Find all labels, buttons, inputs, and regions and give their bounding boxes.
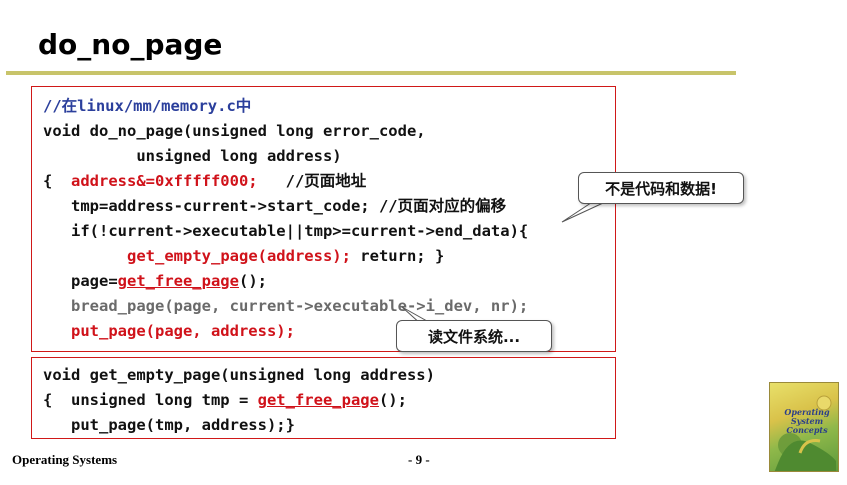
book-title: Operating System Concepts (784, 407, 830, 435)
footer-page-number: - 9 - (408, 452, 430, 467)
code-token: page= (43, 272, 118, 290)
slide-title: do_no_page (38, 28, 223, 61)
code-token: put_page(page, address); (43, 322, 295, 340)
callout-not-code-data: 不是代码和数据! (578, 172, 744, 204)
code-line: void get_empty_page(unsigned long addres… (43, 363, 615, 388)
callout-read-fs: 读文件系统... (396, 320, 552, 352)
code-token: { (43, 172, 71, 190)
code-token: //在linux/mm/memory.c中 (43, 97, 252, 115)
code-line: if(!current->executable||tmp>=current->e… (43, 219, 615, 244)
code-token: if(!current->executable||tmp>=current->e… (43, 222, 529, 240)
code-line: put_page(tmp, address);} (43, 413, 615, 438)
code-line: bread_page(page, current->executable->i_… (43, 294, 615, 319)
code-token: get_empty_page(address); (127, 247, 351, 265)
code-token: //页面地址 (257, 172, 367, 190)
code-token: get_free_page (117, 272, 239, 290)
code-token: address&=0xfffff000; (71, 172, 258, 190)
code-token: { unsigned long tmp = (43, 391, 258, 409)
code-token: bread_page(page, current->executable->i_… (43, 297, 529, 315)
code-token: void get_empty_page(unsigned long addres… (43, 366, 435, 384)
code-token: (); (238, 272, 267, 290)
code-token: (); (378, 391, 407, 409)
code-token: unsigned long address) (43, 147, 342, 165)
book-cover-image: Operating System Concepts (769, 382, 839, 472)
code-line: tmp=address-current->start_code; //页面对应的… (43, 194, 615, 219)
code-token: get_free_page (257, 391, 379, 409)
code-token: tmp=address-current->start_code; //页面对应的… (43, 197, 507, 215)
title-divider (6, 71, 736, 75)
callout-not-code-data-text: 不是代码和数据! (605, 179, 717, 198)
code-token: put_page(tmp, address);} (43, 416, 295, 434)
code-line: void do_no_page(unsigned long error_code… (43, 119, 615, 144)
code-box-get-empty-page: void get_empty_page(unsigned long addres… (31, 357, 616, 439)
code-line: unsigned long address) (43, 144, 615, 169)
code-line: get_empty_page(address); return; } (43, 244, 615, 269)
code-line: { address&=0xfffff000; //页面地址 (43, 169, 615, 194)
code-token: return; } (350, 247, 445, 265)
code-line: //在linux/mm/memory.c中 (43, 94, 615, 119)
code-box-do-no-page: //在linux/mm/memory.c中 void do_no_page(uns… (31, 86, 616, 352)
callout-read-fs-text: 读文件系统... (427, 327, 521, 346)
code-line: page=get_free_page(); (43, 269, 615, 294)
footer-course: Operating Systems (12, 452, 118, 467)
code-line: { unsigned long tmp = get_free_page(); (43, 388, 615, 413)
code-token: void do_no_page(unsigned long error_code… (43, 122, 426, 140)
